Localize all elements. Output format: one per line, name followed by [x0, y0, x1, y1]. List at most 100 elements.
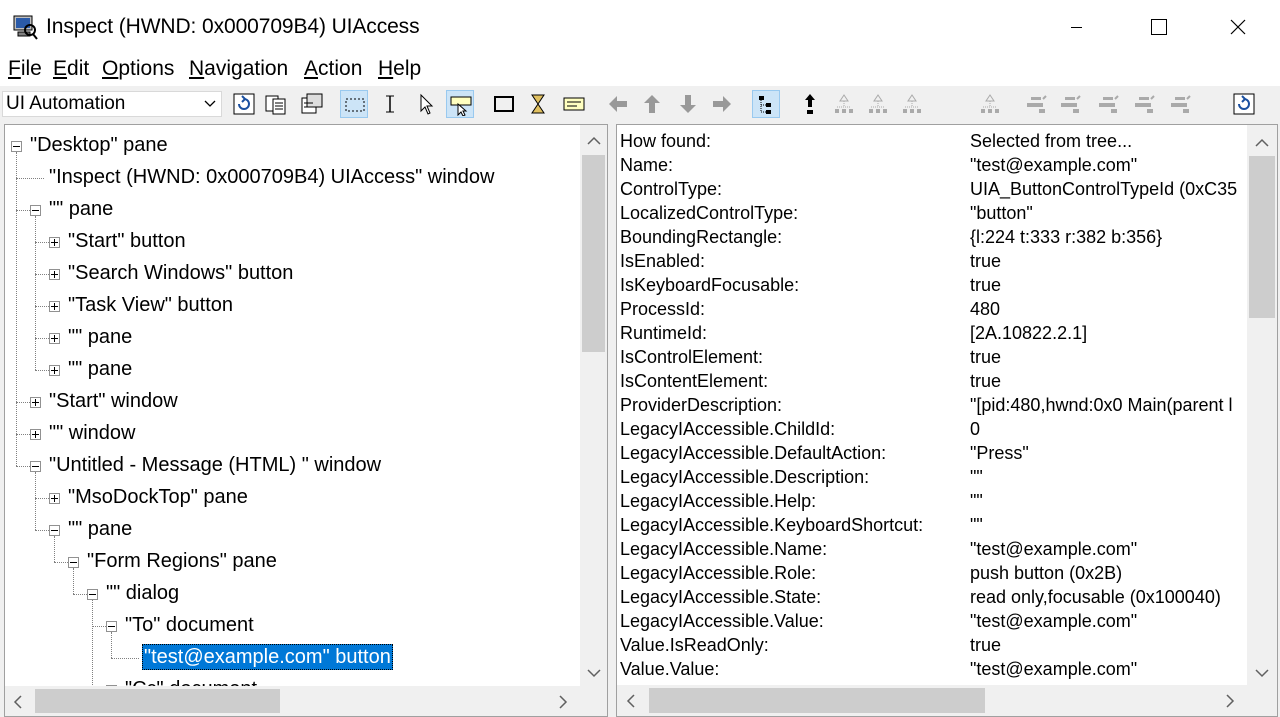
property-row[interactable]: BoundingRectangle: {l:224 t:333 r:382 b:3…	[617, 225, 1247, 249]
tree-node-label[interactable]: "MsoDockTop" pane	[66, 484, 250, 510]
menu-navigation[interactable]: Navigation	[189, 57, 288, 81]
expand-plus-icon[interactable]	[49, 493, 60, 504]
nav-child-icon[interactable]	[674, 90, 702, 118]
expand-plus-icon[interactable]	[30, 429, 41, 440]
collapse-minus-icon[interactable]	[30, 205, 41, 216]
tree-node[interactable]: "Cc" document	[5, 673, 580, 686]
tree-vscroll-thumb[interactable]	[582, 155, 605, 352]
collapse-minus-icon[interactable]	[11, 141, 22, 152]
property-row[interactable]: LocalizedControlType: "button"	[617, 201, 1247, 225]
copy-icon[interactable]	[262, 90, 290, 118]
expand-plus-icon[interactable]	[49, 333, 60, 344]
tree-node-label[interactable]: "Start" window	[47, 388, 180, 414]
collapse-minus-icon[interactable]	[68, 557, 79, 568]
scroll-left-icon[interactable]	[13, 695, 23, 714]
tree-node[interactable]: "MsoDockTop" pane	[5, 481, 580, 513]
tree-walk-3-icon[interactable]	[898, 90, 926, 118]
copy-tree-icon[interactable]	[298, 90, 326, 118]
watch-cursor-icon[interactable]	[412, 90, 440, 118]
property-row[interactable]: LegacyIAccessible.DefaultAction: "Press"	[617, 441, 1247, 465]
tree-walk-1-icon[interactable]	[830, 90, 858, 118]
property-row[interactable]: IsEnabled: true	[617, 249, 1247, 273]
tree-node[interactable]: "" pane	[5, 193, 580, 225]
props-horizontal-scrollbar[interactable]	[617, 685, 1247, 716]
tree-node-label[interactable]: "Inspect (HWND: 0x000709B4) UIAccess" wi…	[47, 164, 496, 190]
scroll-left-icon[interactable]	[626, 694, 636, 713]
minimize-button[interactable]	[1054, 0, 1100, 54]
close-button[interactable]	[1214, 0, 1260, 54]
property-row[interactable]: LegacyIAccessible.State: read only,focusa…	[617, 585, 1247, 609]
property-row[interactable]: ControlType: UIA_ButtonControlTypeId (0xC…	[617, 177, 1247, 201]
tree-node[interactable]: "Desktop" pane	[5, 129, 580, 161]
nav-up-icon[interactable]	[796, 90, 824, 118]
collapse-minus-icon[interactable]	[30, 461, 41, 472]
property-row[interactable]: LegacyIAccessible.Description: ""	[617, 465, 1247, 489]
refresh-tree-icon[interactable]	[1230, 90, 1258, 118]
tree-node[interactable]: "Inspect (HWND: 0x000709B4) UIAccess" wi…	[5, 161, 580, 193]
property-row[interactable]: ProviderDescription: "[pid:480,hwnd:0x0 M…	[617, 393, 1247, 417]
property-row[interactable]: LegacyIAccessible.Value: "test@example.co…	[617, 609, 1247, 633]
action-3-icon[interactable]	[1094, 90, 1122, 118]
tree-node[interactable]: "" pane	[5, 353, 580, 385]
tree-node[interactable]: "" dialog	[5, 577, 580, 609]
tree-node-label[interactable]: "Desktop" pane	[28, 132, 170, 158]
expand-plus-icon[interactable]	[30, 397, 41, 408]
watch-tooltip-icon[interactable]	[446, 90, 474, 118]
tree-node[interactable]: "To" document	[5, 609, 580, 641]
scroll-right-icon[interactable]	[1225, 694, 1235, 713]
tree-node-label[interactable]: "Form Regions" pane	[85, 548, 279, 574]
action-4-icon[interactable]	[1130, 90, 1158, 118]
props-vscroll-thumb[interactable]	[1249, 156, 1275, 318]
expand-plus-icon[interactable]	[49, 301, 60, 312]
property-row[interactable]: LegacyIAccessible.Help: ""	[617, 489, 1247, 513]
tree-node[interactable]: "" pane	[5, 321, 580, 353]
nav-previous-icon[interactable]	[604, 90, 632, 118]
collapse-minus-icon[interactable]	[49, 525, 60, 536]
expand-plus-icon[interactable]	[49, 237, 60, 248]
property-row[interactable]: Value.Value: "test@example.com"	[617, 657, 1247, 681]
highlight-rectangle-icon[interactable]	[490, 90, 518, 118]
menu-file[interactable]: File	[8, 57, 42, 81]
props-vertical-scrollbar[interactable]	[1247, 125, 1277, 685]
mode-select[interactable]: UI Automation	[2, 91, 222, 117]
tree-node-label[interactable]: "Untitled - Message (HTML) " window	[47, 452, 383, 478]
watch-focus-icon[interactable]	[340, 90, 368, 118]
menu-action[interactable]: Action	[304, 57, 362, 81]
maximize-button[interactable]	[1134, 0, 1180, 54]
property-row[interactable]: RuntimeId: [2A.10822.2.1]	[617, 321, 1247, 345]
tree-node-label[interactable]: "" pane	[66, 516, 134, 542]
show-tree-icon[interactable]	[752, 90, 780, 118]
property-row[interactable]: IsContentElement: true	[617, 369, 1247, 393]
tree-node[interactable]: "Untitled - Message (HTML) " window	[5, 449, 580, 481]
property-row[interactable]: IsKeyboardFocusable: true	[617, 273, 1247, 297]
watch-caret-icon[interactable]	[376, 90, 404, 118]
show-info-tip-icon[interactable]	[560, 90, 588, 118]
expand-plus-icon[interactable]	[49, 365, 60, 376]
collapse-minus-icon[interactable]	[87, 589, 98, 600]
property-row[interactable]: ProcessId: 480	[617, 297, 1247, 321]
tree-node-label[interactable]: "Search Windows" button	[66, 260, 295, 286]
scroll-up-icon[interactable]	[587, 133, 601, 151]
property-row[interactable]: How found: Selected from tree...	[617, 129, 1247, 153]
tree-node-label[interactable]: "" pane	[47, 196, 115, 222]
tree-node[interactable]: "Start" button	[5, 225, 580, 257]
property-row[interactable]: Name: "test@example.com"	[617, 153, 1247, 177]
tree-node-label[interactable]: "" pane	[66, 356, 134, 382]
menu-edit[interactable]: Edit	[53, 57, 89, 81]
tree-node[interactable]: "Task View" button	[5, 289, 580, 321]
collapse-minus-icon[interactable]	[106, 621, 117, 632]
props-hscroll-thumb[interactable]	[649, 688, 985, 713]
tree-vertical-scrollbar[interactable]	[580, 125, 607, 686]
tree-walk-4-icon[interactable]	[976, 90, 1004, 118]
property-row[interactable]: LegacyIAccessible.ChildId: 0	[617, 417, 1247, 441]
tree-node-label[interactable]: "Task View" button	[66, 292, 235, 318]
scroll-right-icon[interactable]	[558, 695, 568, 714]
tree-node-label[interactable]: "test@example.com" button	[142, 644, 393, 670]
nav-next-icon[interactable]	[708, 90, 736, 118]
show-hourglass-icon[interactable]	[524, 90, 552, 118]
action-2-icon[interactable]	[1056, 90, 1084, 118]
scroll-down-icon[interactable]	[587, 665, 601, 683]
nav-parent-icon[interactable]	[638, 90, 666, 118]
tree-node[interactable]: "Form Regions" pane	[5, 545, 580, 577]
property-row[interactable]: LegacyIAccessible.Name: "test@example.com…	[617, 537, 1247, 561]
